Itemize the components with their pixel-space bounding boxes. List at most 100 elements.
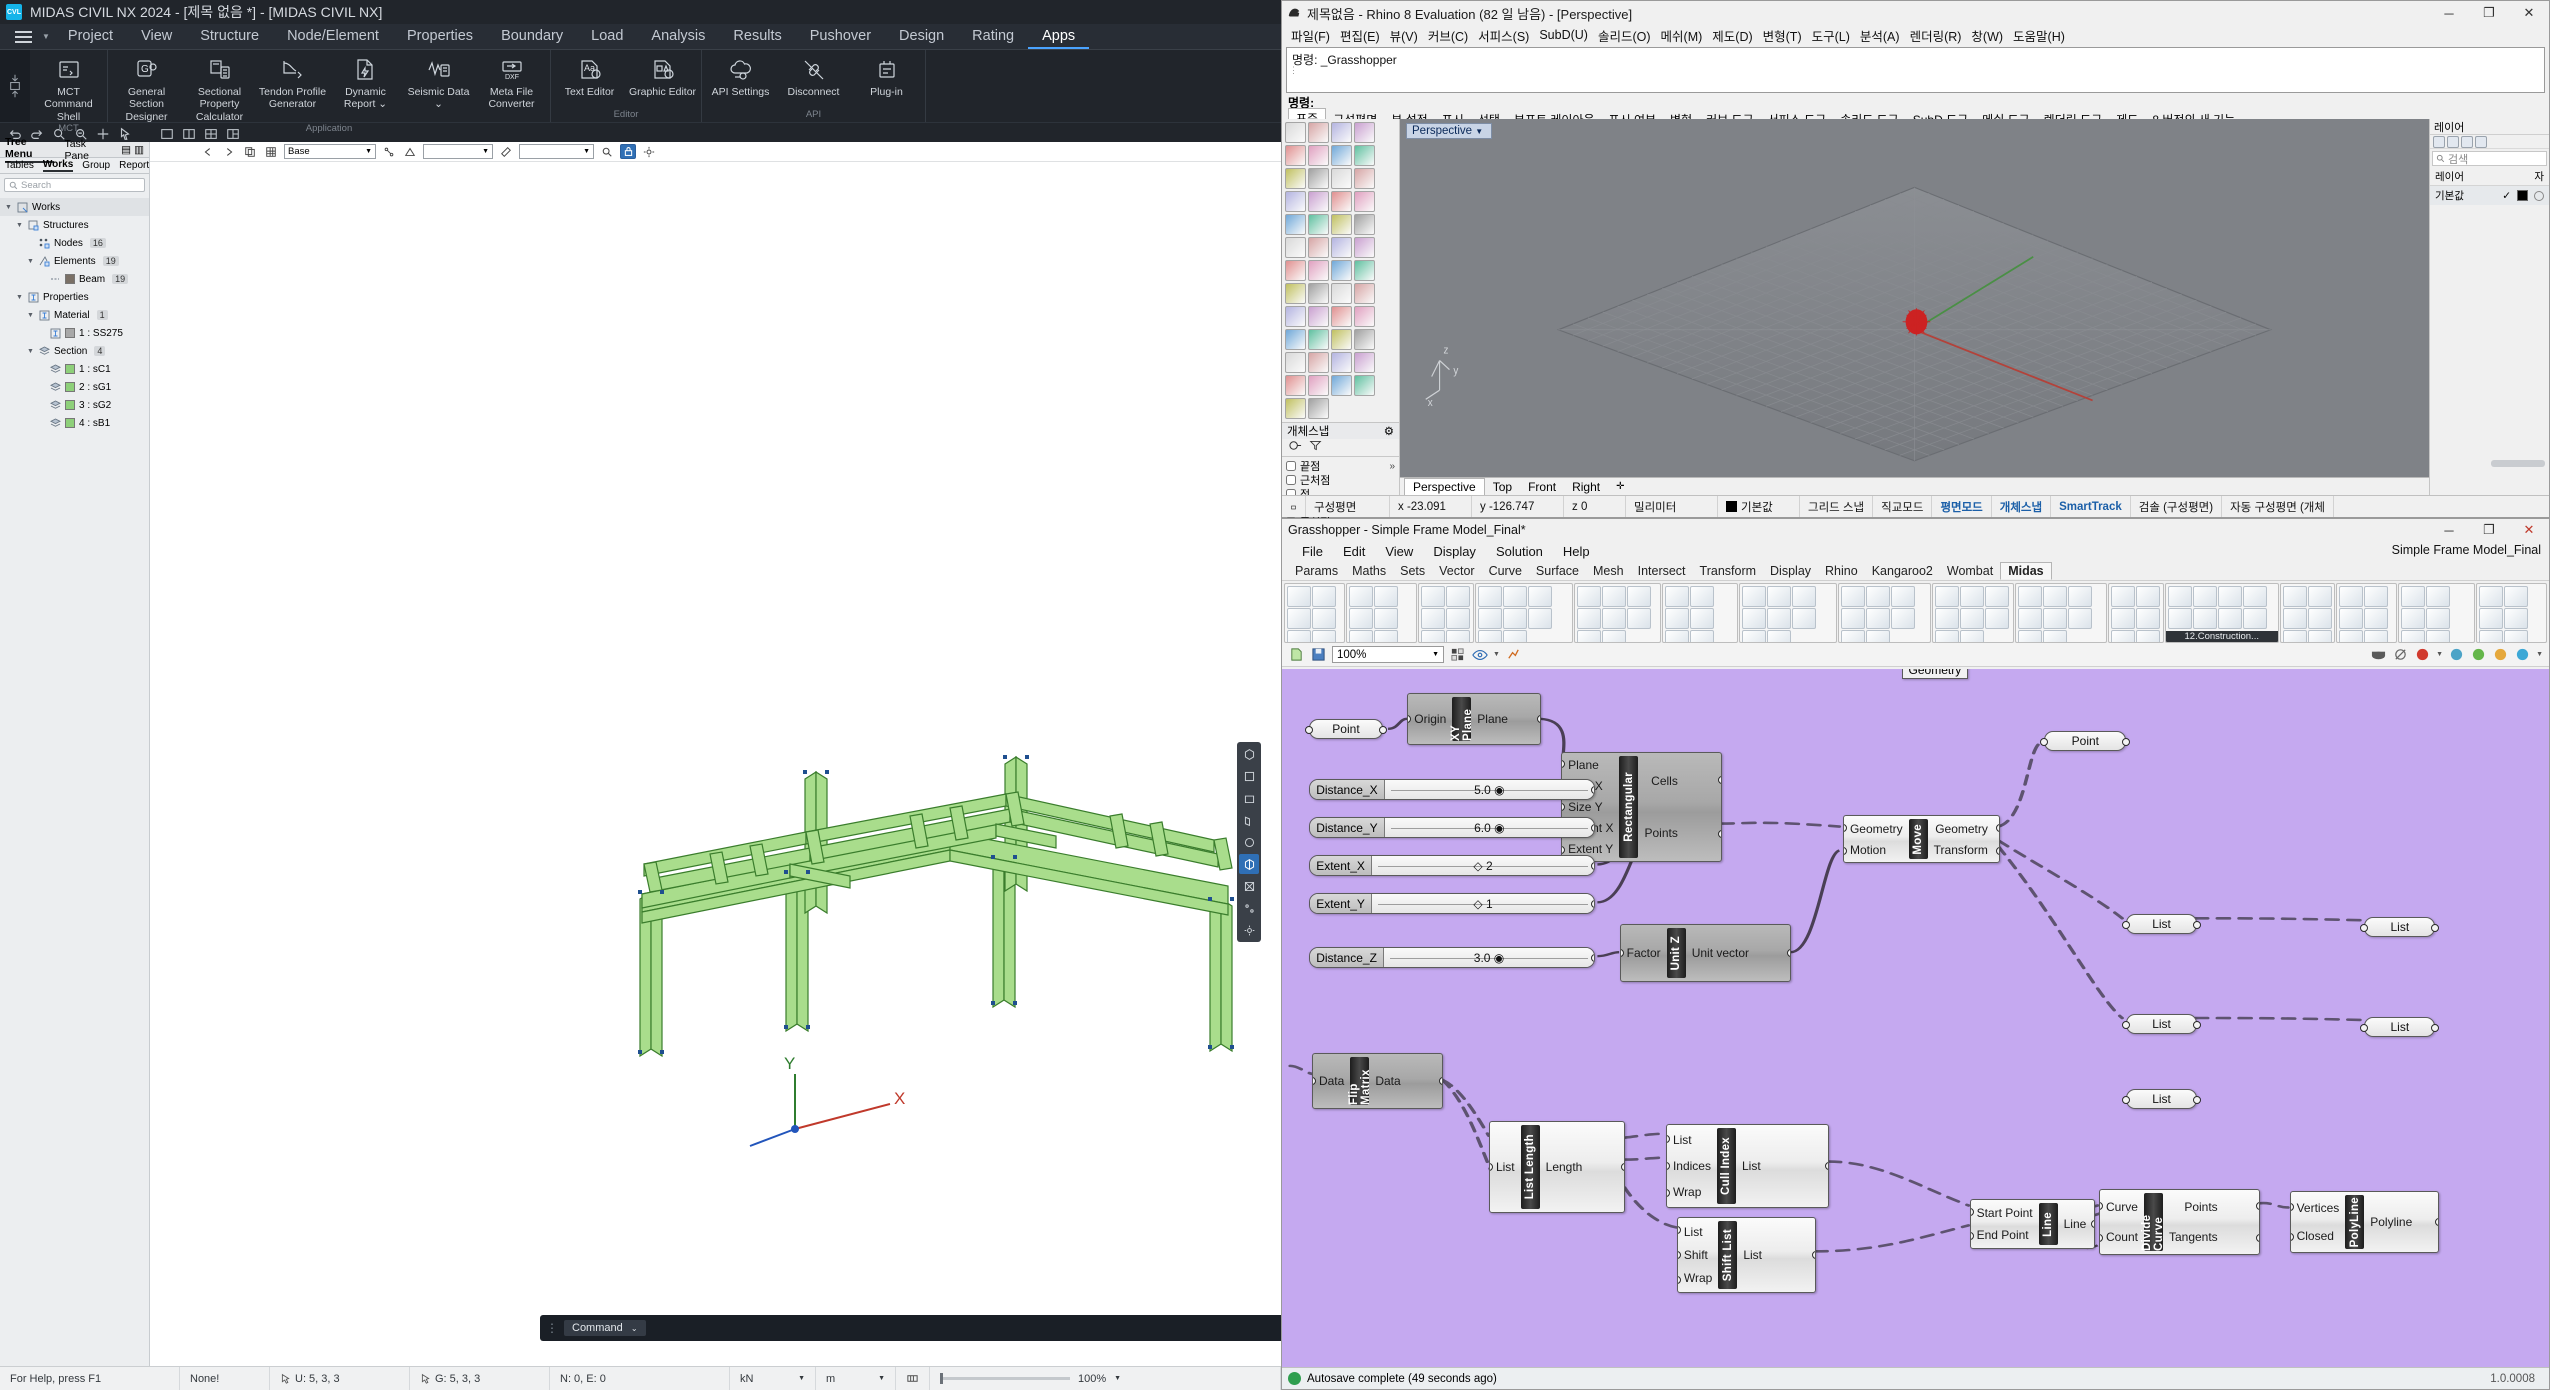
gh-component-icon[interactable] — [2401, 608, 2425, 629]
gh-profiler-icon[interactable] — [1505, 646, 1522, 663]
layer-delete-icon[interactable] — [2447, 136, 2459, 148]
gh-component-icon[interactable] — [1866, 608, 1890, 629]
gh-component-list-length[interactable]: ListList LengthLength — [1489, 1121, 1625, 1213]
gh-component-icon[interactable] — [2364, 608, 2388, 629]
gh-zoom-select[interactable]: 100% ▼ — [1332, 646, 1444, 663]
gh-component-icon[interactable] — [2193, 608, 2217, 629]
lock-view-icon[interactable] — [620, 144, 636, 159]
gh-component-icon[interactable] — [1602, 608, 1626, 629]
gh-component-icon[interactable] — [1866, 586, 1890, 607]
rhino-sidebar-tool-8[interactable] — [1354, 145, 1375, 166]
gh-tab-vector[interactable]: Vector — [1432, 563, 1481, 579]
rhino-menu-렌더링r[interactable]: 렌더링(R) — [1905, 26, 1967, 45]
gh-component-icon[interactable] — [2218, 608, 2242, 629]
rhino-sidebar-tool-23[interactable] — [1331, 237, 1352, 258]
menu-item-results[interactable]: Results — [719, 25, 795, 49]
ribbon-button-tendon-profile-generator[interactable]: Tendon Profile Generator — [256, 50, 329, 123]
gh-component-icon[interactable] — [2364, 630, 2388, 643]
gh-close-button[interactable]: ✕ — [2509, 519, 2549, 541]
rhino-sidebar-tool-40[interactable] — [1354, 329, 1375, 350]
rhino-toggle-그리드스냅[interactable]: 그리드 스냅 — [1800, 496, 1873, 517]
gh-component-icon[interactable] — [2018, 630, 2042, 643]
gh-component-icon[interactable] — [1478, 586, 1502, 607]
tree-caret-icon[interactable]: ▼ — [15, 294, 24, 301]
tool-render-icon[interactable] — [1239, 832, 1259, 852]
gh-component-icon[interactable] — [1503, 608, 1527, 629]
gh-port-output[interactable] — [1591, 900, 1595, 908]
gh-component-icon[interactable] — [2364, 586, 2388, 607]
select2[interactable]: ▼ — [423, 144, 493, 159]
gh-component-icon[interactable] — [1446, 630, 1470, 643]
menu-item-node-element[interactable]: Node/Element — [273, 25, 393, 49]
gh-component-icon[interactable] — [1421, 608, 1445, 629]
tool-iso-view-icon[interactable] — [1239, 744, 1259, 764]
rhino-menu-뷰v[interactable]: 뷰(V) — [1385, 26, 1423, 45]
gh-component-icon[interactable] — [1866, 630, 1890, 643]
ribbon-button-graphic-editor[interactable]: Graphic Editor — [626, 50, 699, 109]
gh-component-icon[interactable] — [1503, 630, 1527, 643]
gh-component-icon[interactable] — [2043, 608, 2067, 629]
layers-scrollbar[interactable] — [2491, 460, 2545, 467]
zoom-slider[interactable]: 100% ▼ — [930, 1367, 1281, 1390]
gh-tab-curve[interactable]: Curve — [1482, 563, 1529, 579]
gh-component-icon[interactable] — [1742, 586, 1766, 607]
gh-port-output[interactable] — [2435, 1218, 2439, 1226]
rhino-sidebar-tool-5[interactable] — [1285, 145, 1306, 166]
osnap-checkbox[interactable] — [1286, 461, 1296, 471]
rhino-status-extra[interactable]: 검솔 (구성평면) — [2131, 496, 2222, 517]
gh-component-icon[interactable] — [2308, 608, 2332, 629]
tree-caret-icon[interactable]: ▼ — [26, 348, 35, 355]
rhino-sidebar-tool-20[interactable] — [1354, 214, 1375, 235]
rhino-menu-파일f[interactable]: 파일(F) — [1286, 26, 1335, 45]
unit-length-select[interactable]: m▼ — [816, 1367, 896, 1390]
gh-component-icon[interactable] — [1421, 630, 1445, 643]
gh-component-icon[interactable] — [1478, 608, 1502, 629]
gh-param-list[interactable]: List — [2126, 1014, 2197, 1034]
gh-component-icon[interactable] — [1577, 630, 1601, 643]
gh-slider-track[interactable]: 5.0 ◉ — [1385, 780, 1595, 799]
rhino-menu-솔리드o[interactable]: 솔리드(O) — [1593, 26, 1656, 45]
gh-component-icon[interactable] — [2479, 630, 2503, 643]
menu-item-structure[interactable]: Structure — [186, 25, 273, 49]
gh-component-icon[interactable] — [2018, 586, 2042, 607]
gh-component-icon[interactable] — [2504, 630, 2528, 643]
osnap-more-icon[interactable]: » — [1389, 461, 1395, 472]
gh-component-icon[interactable] — [1478, 630, 1502, 643]
gh-component-icon[interactable] — [2168, 586, 2192, 607]
unit-force-select[interactable]: kN▼ — [730, 1367, 816, 1390]
ribbon-collapse-handle[interactable] — [0, 50, 30, 122]
gh-slider-distance_z[interactable]: Distance_Z3.0 ◉ — [1309, 947, 1595, 968]
rhino-sidebar-tool-39[interactable] — [1331, 329, 1352, 350]
layer-material-icon[interactable] — [2534, 191, 2544, 201]
gh-tab-params[interactable]: Params — [1288, 563, 1345, 579]
rhino-menu-subdu[interactable]: SubD(U) — [1534, 28, 1593, 42]
gh-red-sphere-icon[interactable] — [2414, 647, 2431, 662]
rhino-sidebar-tool-10[interactable] — [1308, 168, 1329, 189]
rhino-sidebar-tool-27[interactable] — [1331, 260, 1352, 281]
gh-component-divide-curve[interactable]: CurveCountDivide CurvePointsTangents — [2099, 1189, 2260, 1255]
gh-tab-midas[interactable]: Midas — [2000, 562, 2051, 580]
rhino-menu-편집e[interactable]: 편집(E) — [1335, 26, 1385, 45]
gh-component-icon[interactable] — [1690, 586, 1714, 607]
gh-menu-solution[interactable]: Solution — [1486, 544, 1553, 559]
gh-component-icon[interactable] — [2136, 608, 2160, 629]
gh-port-output[interactable] — [2193, 1021, 2201, 1029]
gh-slider-track[interactable]: ◇ 1 — [1372, 894, 1594, 913]
gh-component-icon[interactable] — [1287, 586, 1311, 607]
gh-port-output[interactable] — [2256, 1202, 2260, 1210]
rhino-menu-커브c[interactable]: 커브(C) — [1423, 26, 1473, 45]
gh-slider-extent_y[interactable]: Extent_Y◇ 1 — [1309, 893, 1595, 914]
gh-component-icon[interactable] — [1767, 586, 1791, 607]
rhino-toggle-개체스냅[interactable]: 개체스냅 — [1992, 496, 2051, 517]
rhino-sidebar-tool-17[interactable] — [1285, 214, 1306, 235]
gh-component-rectangular[interactable]: PlaneSize XSize YExtent XExtent YRectang… — [1561, 752, 1722, 862]
rhino-sidebar-tool-11[interactable] — [1331, 168, 1352, 189]
gh-component-icon[interactable] — [2401, 630, 2425, 643]
gh-component-icon[interactable] — [1312, 630, 1336, 643]
rhino-sidebar-tool-47[interactable] — [1331, 375, 1352, 396]
rhino-sidebar-tool-28[interactable] — [1354, 260, 1375, 281]
rhino-sidebar-tool-3[interactable] — [1331, 122, 1352, 143]
rhino-sidebar-tool-46[interactable] — [1308, 375, 1329, 396]
gh-component-icon[interactable] — [1985, 586, 2009, 607]
search-model-icon[interactable] — [599, 144, 615, 159]
